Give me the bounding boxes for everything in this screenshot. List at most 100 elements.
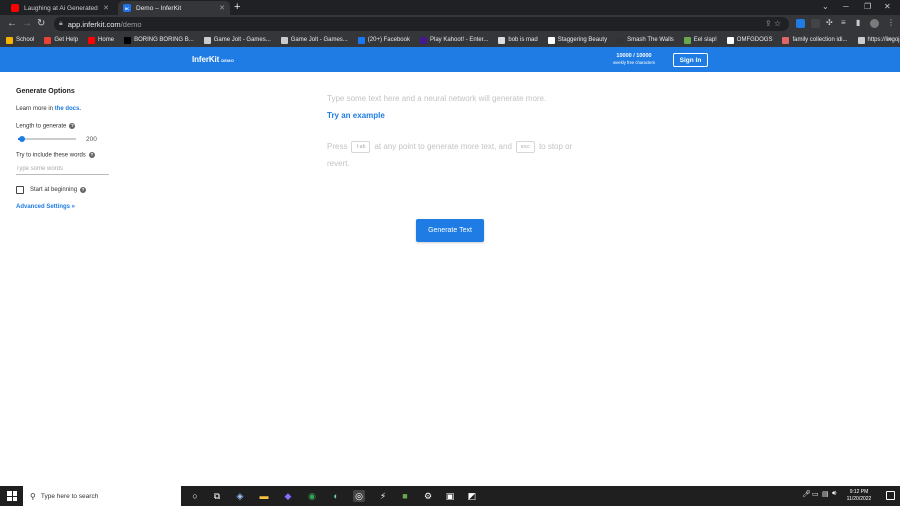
url-host: app.inferkit.com	[67, 19, 121, 29]
help-icon[interactable]: ?	[80, 187, 87, 193]
bookmark-item[interactable]: Game Jolt - Games...	[203, 36, 271, 44]
try-example-link[interactable]: Try an example	[327, 111, 385, 120]
tab-youtube[interactable]: Laughing at Ai Generated Storie ✕	[6, 1, 114, 15]
advanced-settings-link[interactable]: Advanced Settings »	[16, 204, 75, 210]
bookmark-favicon-icon	[124, 36, 132, 44]
close-tab-icon[interactable]: ✕	[219, 4, 225, 12]
extension-icon[interactable]	[796, 19, 805, 28]
app-icon[interactable]: ▣	[444, 490, 456, 502]
back-icon[interactable]: ←	[7, 18, 17, 30]
bookmark-item[interactable]: School	[6, 36, 35, 44]
bookmark-item[interactable]: Eel slap!	[683, 36, 717, 44]
app-icon[interactable]: ◆	[282, 490, 294, 502]
bookmark-label: Staggering Beauty	[557, 37, 608, 43]
steam-icon[interactable]: ◈	[234, 490, 246, 502]
bookmark-label: Eel slap!	[693, 37, 717, 43]
close-tab-icon[interactable]: ✕	[103, 4, 109, 12]
tab-key: tab	[351, 140, 371, 153]
bookmarks-bar: School Get Help Home BORING BORING B... Game…	[0, 33, 900, 47]
bookmark-item[interactable]: bob is mad	[498, 36, 538, 44]
windows-start-icon[interactable]	[7, 491, 17, 501]
puzzle-icon[interactable]: ✣	[826, 18, 833, 27]
bookmark-item[interactable]: Smash The Walls	[617, 36, 674, 44]
mic-icon[interactable]: 🎤︎	[802, 490, 811, 498]
bookmark-item[interactable]: OMFGDOGS	[726, 36, 772, 44]
sign-in-button[interactable]: Sign In	[673, 53, 708, 67]
sidebar-icon[interactable]: ▮	[856, 18, 860, 27]
minecraft-icon[interactable]: ■	[399, 490, 411, 502]
start-at-beginning-checkbox[interactable]	[16, 186, 24, 194]
bookmark-item[interactable]: family collection idi...	[782, 36, 848, 44]
bookmark-label: family collection idi...	[792, 37, 848, 43]
quota-value: 10000 / 10000	[616, 53, 652, 59]
address-bar[interactable]: 🔒︎ app.inferkit.com/demo ⇪ ☆	[54, 17, 789, 31]
search-icon: ⚲	[30, 491, 36, 501]
bookmark-item[interactable]: Home	[88, 36, 114, 44]
inferkit-logo[interactable]: InferKit DEMO	[192, 55, 234, 64]
extension-icon[interactable]	[811, 19, 820, 28]
task-view-icon[interactable]: ⧉	[211, 490, 223, 502]
bookmark-item[interactable]: Play Kahoot! - Enter...	[419, 36, 488, 44]
url-path: /demo	[120, 19, 142, 29]
battery-icon[interactable]: ▭	[812, 490, 819, 498]
start-at-beginning-label: Start at beginning	[30, 187, 78, 193]
file-explorer-icon[interactable]: ▬	[258, 490, 270, 502]
bookmarks-overflow[interactable]: »	[888, 36, 892, 43]
keyboard-hint: Press tab at any point to generate more te…	[327, 138, 587, 172]
inferkit-icon: IK	[123, 4, 131, 12]
network-icon[interactable]: ▤	[822, 490, 829, 498]
bookmark-label: BORING BORING B...	[134, 37, 194, 43]
bookmark-label: School	[16, 37, 35, 43]
notification-icon[interactable]	[886, 491, 895, 500]
minimize-icon[interactable]: ─	[843, 2, 849, 11]
cortana-icon[interactable]: ○	[189, 490, 201, 502]
bookmark-item[interactable]: Staggering Beauty	[547, 36, 608, 44]
menu-dots-icon[interactable]: ⋮	[887, 18, 895, 27]
restore-icon[interactable]: ❐	[864, 2, 871, 11]
options-title: Generate Options	[16, 88, 75, 95]
browser-tab-strip: Laughing at Ai Generated Storie ✕ IK Dem…	[0, 0, 900, 15]
media-icon[interactable]: ≡	[841, 18, 846, 27]
bookmark-label: (20+) Facebook	[367, 37, 410, 43]
profile-avatar[interactable]	[870, 19, 879, 28]
settings-gear-icon[interactable]: ⚙	[422, 490, 434, 502]
taskbar-clock[interactable]: 9:12 PM 11/20/2022	[842, 489, 876, 503]
reload-icon[interactable]: ↻	[37, 18, 45, 30]
app-icon[interactable]: ◎	[353, 490, 365, 502]
bookmark-item[interactable]: (20+) Facebook	[357, 36, 410, 44]
length-slider[interactable]	[18, 136, 76, 142]
character-quota: 10000 / 10000 weekly free characters	[606, 53, 662, 65]
help-icon[interactable]: ?	[88, 152, 95, 158]
bookmark-item[interactable]: Get Help	[44, 36, 79, 44]
bookmark-favicon-icon	[419, 36, 427, 44]
words-input[interactable]	[16, 163, 109, 175]
app-icon[interactable]: ◩	[466, 490, 478, 502]
docs-link[interactable]: the docs.	[55, 106, 81, 112]
start-at-beginning-row: Start at beginning ?	[16, 186, 87, 194]
clock-time: 9:12 PM	[849, 489, 869, 495]
close-window-icon[interactable]: ✕	[884, 2, 891, 11]
volume-icon[interactable]: 🔊︎	[832, 490, 836, 498]
bookmark-item[interactable]: Game Jolt - Games...	[280, 36, 348, 44]
chevron-down-icon[interactable]: ⌄	[822, 2, 829, 11]
bookmark-item[interactable]: https://lingojam.co...	[857, 36, 900, 44]
bookmark-favicon-icon	[683, 36, 691, 44]
generate-text-button[interactable]: Generate Text	[416, 219, 484, 242]
logo-text: InferKit	[192, 55, 220, 64]
chrome-icon[interactable]: ◉	[306, 490, 318, 502]
forward-icon[interactable]: →	[22, 18, 32, 30]
bookmark-favicon-icon	[280, 36, 288, 44]
bookmark-label: Get Help	[54, 37, 79, 43]
try-words-text: Try to include these words	[16, 152, 86, 159]
app-icon[interactable]: ⚡	[377, 490, 389, 502]
bookmark-favicon-icon	[726, 36, 734, 44]
taskbar-search[interactable]: ⚲ Type here to search	[23, 486, 181, 506]
bookmark-item[interactable]: BORING BORING B...	[124, 36, 194, 44]
app-header: InferKit DEMO 10000 / 10000 weekly free c…	[0, 47, 900, 72]
app-icon[interactable]: ◐	[330, 490, 342, 502]
help-icon[interactable]: ?	[69, 123, 76, 129]
share-icon[interactable]: ⇪ ☆	[765, 19, 781, 28]
tab-inferkit[interactable]: IK Demo – InferKit ✕	[118, 1, 230, 15]
slider-thumb[interactable]	[19, 136, 26, 142]
new-tab-button[interactable]: +	[234, 1, 240, 13]
